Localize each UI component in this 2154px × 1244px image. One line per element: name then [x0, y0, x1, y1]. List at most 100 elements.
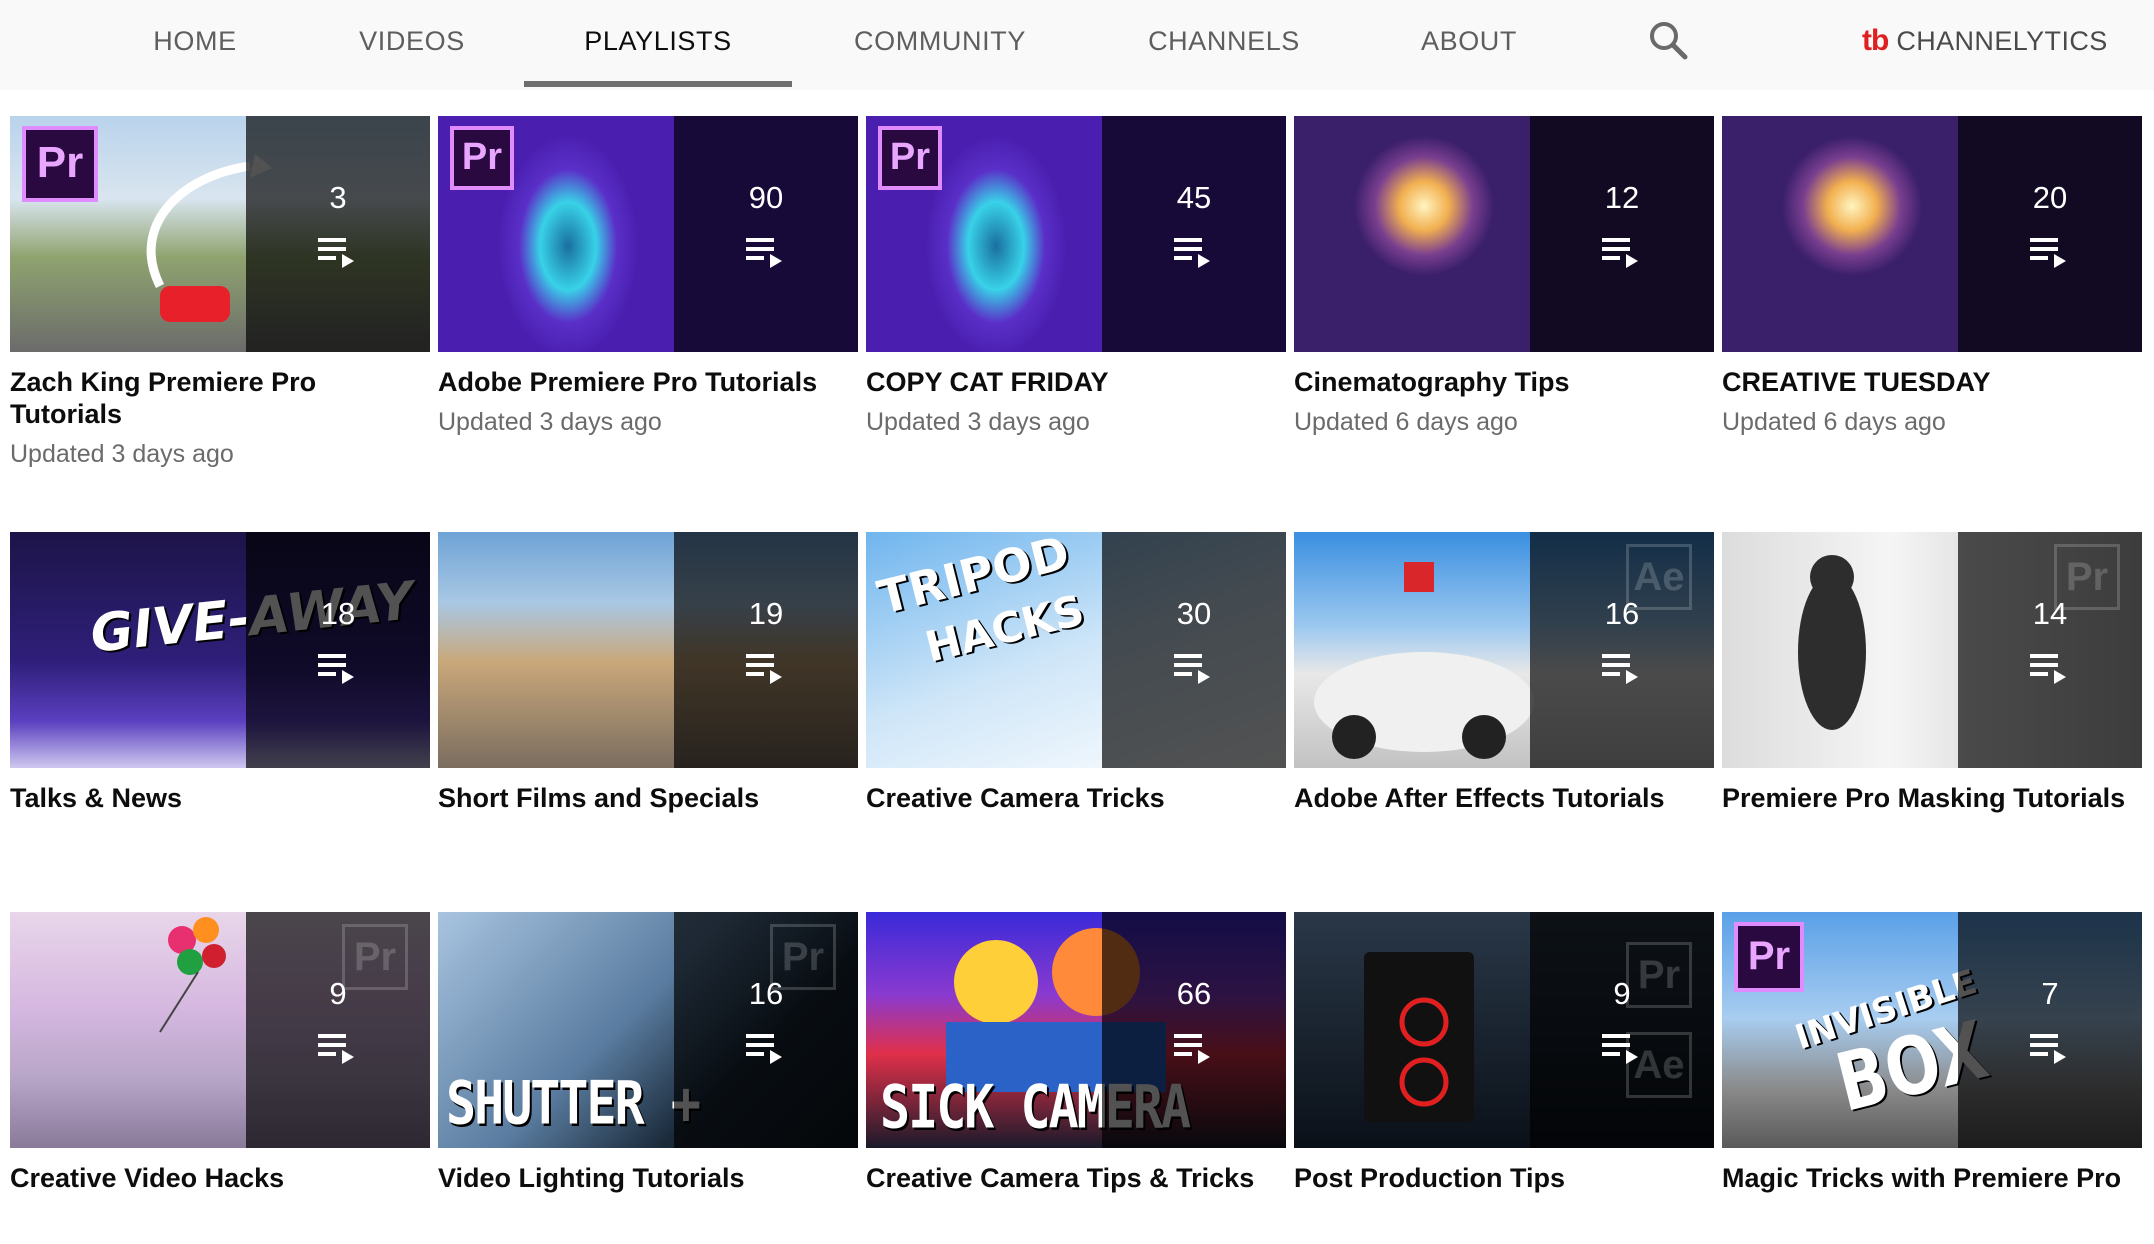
- video-count: 30: [1176, 596, 1212, 631]
- playlist-card[interactable]: TRIPOD HACKS 30 Creative Camera Tricks: [866, 532, 1286, 814]
- playlist-overlay: 18: [246, 532, 430, 768]
- playlist-overlay: 7: [1958, 912, 2142, 1148]
- playlist-icon: [2030, 1034, 2066, 1064]
- playlist-card[interactable]: Pr 90 Adobe Premiere Pro Tutorials Updat…: [438, 116, 858, 437]
- playlist-card[interactable]: 19 Short Films and Specials: [438, 532, 858, 814]
- playlist-icon: [2030, 238, 2066, 268]
- playlist-icon: [318, 654, 354, 684]
- playlist-icon: [746, 238, 782, 268]
- playlist-updated: Updated 6 days ago: [1722, 408, 1946, 436]
- playlist-icon: [1174, 654, 1210, 684]
- playlist-overlay: Pr Ae 9: [1530, 912, 1714, 1148]
- playlist-thumbnail[interactable]: SHUTTER + SPEEDRAMP Pr 16: [438, 912, 858, 1148]
- playlist-icon: [1602, 238, 1638, 268]
- playlist-thumbnail[interactable]: Pr 9: [10, 912, 430, 1148]
- search-icon[interactable]: [1646, 18, 1690, 62]
- tab-videos[interactable]: VIDEOS: [354, 0, 470, 84]
- playlist-card[interactable]: 20 CREATIVE TUESDAY Updated 6 days ago: [1722, 116, 2142, 437]
- channelytics-logo-icon: tb: [1862, 24, 1889, 57]
- tab-channels[interactable]: CHANNELS: [1146, 0, 1302, 84]
- playlist-card[interactable]: Pr 14 Premiere Pro Masking Tutorials: [1722, 532, 2142, 814]
- playlist-thumbnail[interactable]: Pr 14: [1722, 532, 2142, 768]
- playlist-icon: [1602, 654, 1638, 684]
- playlist-icon: [2030, 654, 2066, 684]
- playlist-thumbnail[interactable]: GIVE-AWAY 18: [10, 532, 430, 768]
- channelytics-label: CHANNELYTICS: [1896, 26, 2108, 56]
- playlist-thumbnail[interactable]: Pr Ae 9: [1294, 912, 1714, 1148]
- playlist-card[interactable]: Pr Ae 9 Post Production Tips: [1294, 912, 1714, 1194]
- playlist-card[interactable]: GIVE-AWAY 18 Talks & News: [10, 532, 430, 814]
- video-count: 9: [329, 976, 347, 1011]
- video-count: 20: [2032, 180, 2068, 215]
- playlist-overlay: 90: [674, 116, 858, 352]
- playlist-title[interactable]: Video Lighting Tutorials: [438, 1162, 858, 1194]
- premiere-pro-logo: Pr: [878, 126, 942, 190]
- playlist-title[interactable]: COPY CAT FRIDAY: [866, 366, 1286, 398]
- playlist-title[interactable]: Cinematography Tips: [1294, 366, 1714, 398]
- premiere-pro-logo: Pr: [1734, 922, 1804, 992]
- playlist-overlay: Pr 9: [246, 912, 430, 1148]
- playlist-icon: [318, 1034, 354, 1064]
- playlist-title[interactable]: Talks & News: [10, 782, 430, 814]
- video-count: 12: [1604, 180, 1640, 215]
- playlist-overlay: 3: [246, 116, 430, 352]
- playlist-card[interactable]: Pr 9 Creative Video Hacks: [10, 912, 430, 1194]
- playlist-overlay: 19: [674, 532, 858, 768]
- playlist-title[interactable]: Adobe After Effects Tutorials: [1294, 782, 1714, 814]
- video-count: 19: [748, 596, 784, 631]
- playlist-title[interactable]: Short Films and Specials: [438, 782, 858, 814]
- premiere-pro-logo: Pr: [22, 126, 98, 202]
- playlist-card[interactable]: Pr 3 Zach King Premiere Pro Tutorials Up…: [10, 116, 430, 469]
- video-count: 90: [748, 180, 784, 215]
- video-count: 18: [320, 596, 356, 631]
- playlist-overlay: Ae 16: [1530, 532, 1714, 768]
- video-count: 9: [1613, 976, 1631, 1011]
- playlist-card[interactable]: SHUTTER + SPEEDRAMP Pr 16 Video Lighting…: [438, 912, 858, 1194]
- playlist-updated: Updated 3 days ago: [438, 408, 662, 436]
- playlist-title[interactable]: Creative Camera Tips & Tricks: [866, 1162, 1286, 1194]
- playlist-card[interactable]: SICK CAMERA TRICKS 66 Creative Camera Ti…: [866, 912, 1286, 1194]
- playlist-title[interactable]: CREATIVE TUESDAY: [1722, 366, 2142, 398]
- playlist-thumbnail[interactable]: Pr INVISIBLE BOX 7: [1722, 912, 2142, 1148]
- playlist-thumbnail[interactable]: SICK CAMERA TRICKS 66: [866, 912, 1286, 1148]
- video-count: 7: [2041, 976, 2059, 1011]
- playlist-thumbnail[interactable]: Pr 45: [866, 116, 1286, 352]
- playlist-card[interactable]: Ae 16 Adobe After Effects Tutorials: [1294, 532, 1714, 814]
- playlist-thumbnail[interactable]: 20: [1722, 116, 2142, 352]
- playlist-icon: [1602, 1034, 1638, 1064]
- playlist-updated: Updated 3 days ago: [866, 408, 1090, 436]
- playlist-overlay: 12: [1530, 116, 1714, 352]
- playlist-icon: [1174, 1034, 1210, 1064]
- playlist-title[interactable]: Zach King Premiere Pro Tutorials: [10, 366, 430, 430]
- playlist-thumbnail[interactable]: TRIPOD HACKS 30: [866, 532, 1286, 768]
- playlist-icon: [746, 1034, 782, 1064]
- playlist-thumbnail[interactable]: Ae 16: [1294, 532, 1714, 768]
- playlist-thumbnail[interactable]: 19: [438, 532, 858, 768]
- channel-tab-bar: HOME VIDEOS PLAYLISTS COMMUNITY CHANNELS…: [0, 0, 2154, 90]
- tab-community[interactable]: COMMUNITY: [852, 0, 1028, 84]
- channelytics-extension[interactable]: tb CHANNELYTICS: [1862, 0, 2108, 82]
- video-count: 3: [329, 180, 347, 215]
- tab-playlists[interactable]: PLAYLISTS: [524, 0, 792, 87]
- playlist-title[interactable]: Post Production Tips: [1294, 1162, 1714, 1194]
- playlist-overlay: Pr 16: [674, 912, 858, 1148]
- video-count: 14: [2032, 596, 2068, 631]
- playlist-title[interactable]: Magic Tricks with Premiere Pro: [1722, 1162, 2142, 1194]
- playlist-title[interactable]: Creative Camera Tricks: [866, 782, 1286, 814]
- tab-about[interactable]: ABOUT: [1418, 0, 1520, 84]
- playlist-overlay: 66: [1102, 912, 1286, 1148]
- playlist-thumbnail[interactable]: 12: [1294, 116, 1714, 352]
- tab-home[interactable]: HOME: [140, 0, 250, 84]
- playlist-title[interactable]: Creative Video Hacks: [10, 1162, 430, 1194]
- video-count: 45: [1176, 180, 1212, 215]
- playlist-card[interactable]: Pr 45 COPY CAT FRIDAY Updated 3 days ago: [866, 116, 1286, 437]
- playlist-title[interactable]: Adobe Premiere Pro Tutorials: [438, 366, 858, 398]
- playlist-thumbnail[interactable]: Pr 3: [10, 116, 430, 352]
- playlist-updated: Updated 3 days ago: [10, 440, 234, 468]
- playlist-card[interactable]: Pr INVISIBLE BOX 7 Magic Tricks with Pre…: [1722, 912, 2142, 1194]
- playlist-thumbnail[interactable]: Pr 90: [438, 116, 858, 352]
- playlist-updated: Updated 6 days ago: [1294, 408, 1518, 436]
- playlist-title[interactable]: Premiere Pro Masking Tutorials: [1722, 782, 2142, 814]
- video-count: 16: [1604, 596, 1640, 631]
- playlist-card[interactable]: 12 Cinematography Tips Updated 6 days ag…: [1294, 116, 1714, 437]
